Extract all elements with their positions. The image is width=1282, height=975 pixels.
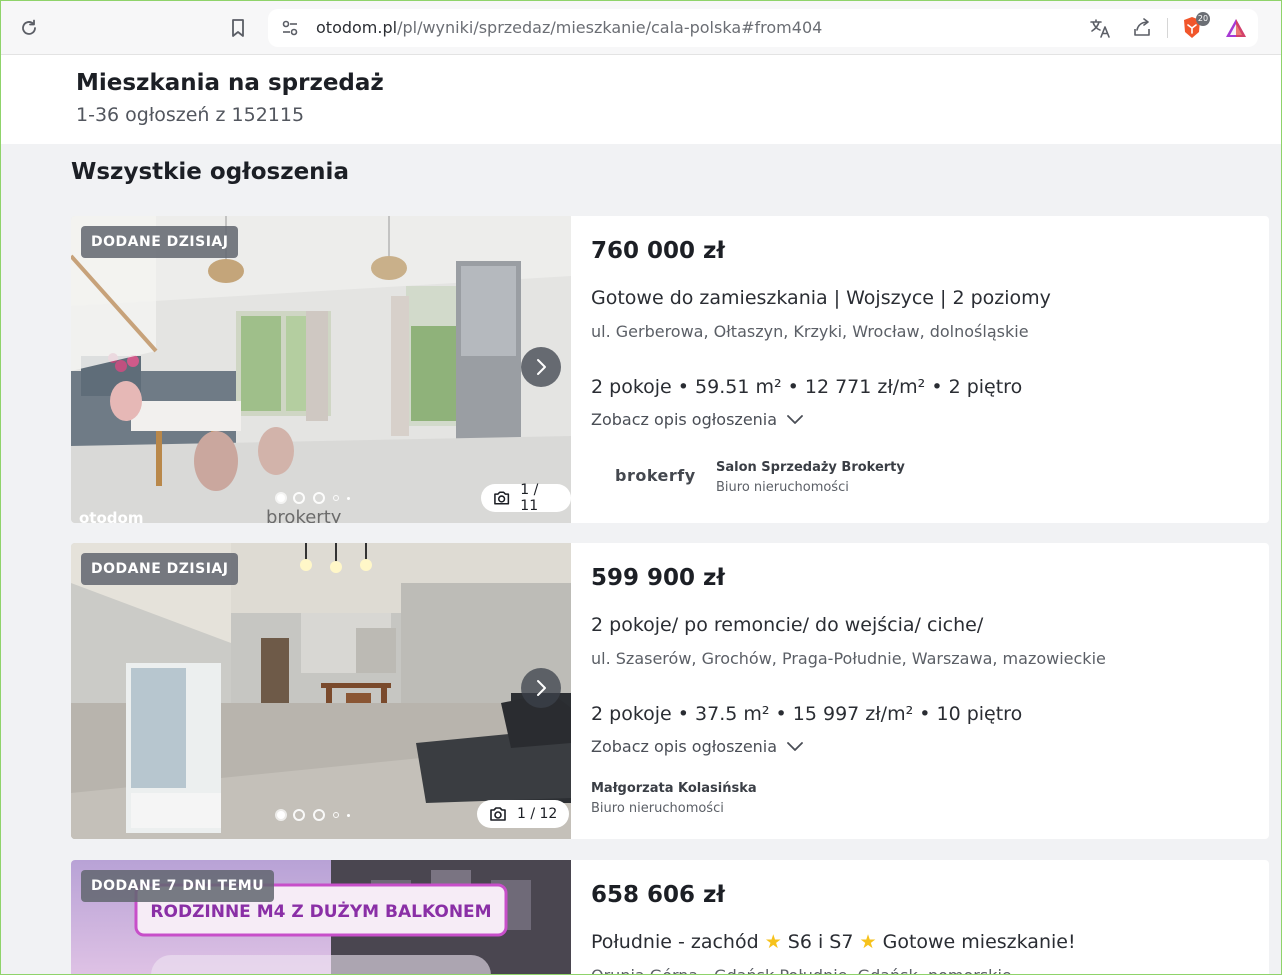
camera-icon bbox=[490, 807, 506, 821]
next-photo-button[interactable] bbox=[521, 347, 561, 387]
chevron-down-icon bbox=[787, 741, 803, 751]
photo-dot[interactable] bbox=[347, 496, 350, 500]
toolbar-separator bbox=[1167, 18, 1168, 38]
photo-dot-active[interactable] bbox=[277, 494, 285, 502]
listing-price: 658 606 zł bbox=[591, 882, 725, 908]
listing-card[interactable]: DODANE DZISIAJ 1 / 12 599 900 zł 2 pokoj… bbox=[71, 543, 1269, 839]
agency-logo: brokerfy bbox=[615, 466, 696, 485]
photo-dots[interactable] bbox=[277, 809, 350, 821]
chevron-right-icon bbox=[537, 359, 546, 375]
photo-dot-active[interactable] bbox=[277, 811, 285, 819]
listing-photo-image bbox=[71, 543, 571, 839]
photo-dot[interactable] bbox=[313, 492, 325, 504]
photo-dot[interactable] bbox=[333, 812, 339, 818]
camera-icon bbox=[494, 491, 510, 505]
listing-address: ul. Gerberowa, Ołtaszyn, Krzyki, Wrocław… bbox=[591, 322, 1029, 341]
listing-badge: DODANE 7 DNI TEMU bbox=[81, 870, 275, 902]
listing-title[interactable]: Gotowe do zamieszkania | Wojszyce | 2 po… bbox=[591, 287, 1051, 309]
listing-badge: DODANE DZISIAJ bbox=[81, 226, 239, 258]
agency-name[interactable]: Salon Sprzedaży Brokerty bbox=[716, 460, 905, 475]
reload-icon[interactable] bbox=[17, 16, 41, 40]
listing-card[interactable]: otodom brokerty DODANE DZISIAJ 1 / 11 76… bbox=[71, 216, 1269, 523]
listing-photo[interactable]: RODZINNE M4 Z DUŻYM BALKONEM DODANE 7 DN… bbox=[71, 860, 571, 975]
agency-name[interactable]: Małgorzata Kolasińska bbox=[591, 781, 757, 796]
show-description-label: Zobacz opis ogłoszenia bbox=[591, 410, 778, 429]
bookmark-icon[interactable] bbox=[226, 16, 250, 40]
listing-params: 2 pokoje • 59.51 m² • 12 771 zł/m² • 2 p… bbox=[591, 376, 1023, 398]
photo-dot[interactable] bbox=[293, 492, 305, 504]
listing-params: 2 pokoje • 37.5 m² • 15 997 zł/m² • 10 p… bbox=[591, 703, 1023, 725]
photo-dots[interactable] bbox=[277, 492, 350, 504]
photo-counter-text: 1 / 12 bbox=[517, 806, 558, 822]
star-icon: ★ bbox=[859, 931, 877, 953]
listing-badge: DODANE DZISIAJ bbox=[81, 553, 239, 585]
site-settings-icon[interactable] bbox=[278, 16, 302, 40]
agency-type: Biuro nieruchomości bbox=[716, 480, 849, 495]
listing-info: 599 900 zł 2 pokoje/ po remoncie/ do wej… bbox=[591, 543, 1269, 839]
photo-watermark: otodom bbox=[79, 509, 143, 523]
photo-dot[interactable] bbox=[333, 495, 339, 501]
results-count: 1-36 ogłoszeń z 152115 bbox=[76, 104, 305, 126]
listing-title-part: Gotowe mieszkanie! bbox=[882, 931, 1076, 953]
agency-type: Biuro nieruchomości bbox=[591, 801, 724, 816]
photo-counter: 1 / 12 bbox=[477, 800, 570, 828]
show-description-label: Zobacz opis ogłoszenia bbox=[591, 737, 778, 756]
star-icon: ★ bbox=[764, 931, 782, 953]
translate-icon[interactable] bbox=[1088, 16, 1112, 40]
listing-photo-image: otodom brokerty bbox=[71, 216, 571, 523]
url-text[interactable]: otodom.pl/pl/wyniki/sprzedaz/mieszkanie/… bbox=[316, 18, 822, 37]
listing-title-part: Południe - zachód bbox=[591, 931, 759, 953]
listing-address: ul. Szaserów, Grochów, Praga-Południe, W… bbox=[591, 649, 1106, 668]
listing-info: 658 606 zł Południe - zachód ★ S6 i S7 ★… bbox=[591, 860, 1269, 975]
listing-title-part: S6 i S7 bbox=[787, 931, 854, 953]
photo-dot[interactable] bbox=[313, 809, 325, 821]
listing-address: Orunia Górna - Gdańsk Południe, Gdańsk, … bbox=[591, 966, 1012, 975]
show-description-link[interactable]: Zobacz opis ogłoszenia bbox=[591, 410, 803, 429]
photo-counter-text: 1 / 11 bbox=[520, 482, 539, 514]
listing-title[interactable]: Południe - zachód ★ S6 i S7 ★ Gotowe mie… bbox=[591, 931, 1076, 953]
show-description-link[interactable]: Zobacz opis ogłoszenia bbox=[591, 737, 803, 756]
photo-counter: 1 / 11 bbox=[481, 482, 571, 514]
url-path: /pl/wyniki/sprzedaz/mieszkanie/cala-pols… bbox=[397, 18, 823, 37]
listing-photo[interactable]: DODANE DZISIAJ 1 / 12 bbox=[71, 543, 571, 839]
chevron-down-icon bbox=[787, 414, 803, 424]
page-title: Mieszkania na sprzedaż bbox=[76, 70, 384, 96]
listing-photo[interactable]: otodom brokerty DODANE DZISIAJ 1 / 11 bbox=[71, 216, 571, 523]
listing-price: 599 900 zł bbox=[591, 565, 725, 591]
shield-count-badge: 20 bbox=[1196, 12, 1210, 26]
listing-title[interactable]: 2 pokoje/ po remoncie/ do wejścia/ ciche… bbox=[591, 614, 983, 636]
section-title: Wszystkie ogłoszenia bbox=[71, 159, 349, 185]
url-host: otodom.pl bbox=[316, 18, 398, 37]
page-header: Mieszkania na sprzedaż 1-36 ogłoszeń z 1… bbox=[0, 56, 1282, 144]
photo-watermark-agency: brokerty bbox=[266, 507, 342, 523]
share-icon[interactable] bbox=[1130, 16, 1154, 40]
listing-card[interactable]: RODZINNE M4 Z DUŻYM BALKONEM DODANE 7 DN… bbox=[71, 860, 1269, 975]
listing-area: Wszystkie ogłoszenia otodom brokerty DOD… bbox=[0, 144, 1282, 975]
listing-price: 760 000 zł bbox=[591, 238, 725, 264]
chevron-right-icon bbox=[537, 680, 546, 696]
next-photo-button[interactable] bbox=[521, 668, 561, 708]
listing-info: 760 000 zł Gotowe do zamieszkania | Wojs… bbox=[591, 216, 1269, 523]
photo-dot[interactable] bbox=[293, 809, 305, 821]
brave-rewards-icon[interactable] bbox=[1224, 16, 1248, 40]
photo-dot[interactable] bbox=[347, 813, 350, 817]
promo-banner-text: RODZINNE M4 Z DUŻYM BALKONEM bbox=[150, 900, 491, 922]
browser-toolbar: otodom.pl/pl/wyniki/sprzedaz/mieszkanie/… bbox=[0, 0, 1282, 55]
